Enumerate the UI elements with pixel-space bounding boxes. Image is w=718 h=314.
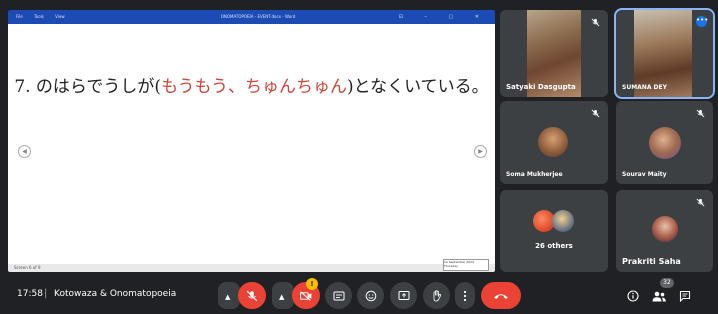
participant-name: Soma Mukherjee [506, 171, 563, 178]
others-count: 26 others [535, 242, 573, 250]
participant-tile[interactable]: Sourav Maity [616, 101, 713, 184]
window-title: ONOMATOPOEIA - EVENT.docx - Word [220, 14, 296, 19]
window-titlebar: File Tools View ONOMATOPOEIA - EVENT.doc… [8, 10, 495, 24]
meeting-title: Kotowaza & Onomatopoeia [54, 289, 177, 299]
window-menu: File Tools View [16, 10, 75, 24]
mic-off-icon [696, 109, 705, 118]
slide: 7. のはらでうしが(もうもう、ちゅんちゅん)となくいている。 ◀ ▶ [8, 24, 495, 264]
participant-tile[interactable]: Prakriti Saha [616, 190, 713, 272]
mic-off-icon [591, 109, 600, 118]
participant-name: Satyaki Dasgupta [506, 83, 576, 91]
avatar [652, 216, 678, 242]
window-controls: ⊡ – ▢ ✕ [398, 14, 489, 20]
end-call-icon [494, 293, 508, 299]
emoji-button[interactable] [357, 282, 384, 309]
meeting-time: 17:58 [17, 289, 43, 299]
avatar [538, 127, 568, 157]
mic-toggle-button[interactable] [238, 282, 266, 309]
shared-screen: File Tools View ONOMATOPOEIA - EVENT.doc… [8, 10, 495, 272]
menu-file: File [16, 14, 23, 19]
present-icon [398, 290, 409, 300]
chat-icon[interactable] [679, 290, 691, 302]
chevron-up-icon: ▲ [225, 293, 231, 301]
prev-slide-icon[interactable]: ◀ [18, 145, 31, 158]
separator: | [44, 288, 48, 299]
raise-hand-icon [433, 289, 441, 301]
status-page: Screen 6 of 9 [14, 265, 41, 270]
camera-off-icon [300, 290, 312, 301]
avatar [552, 210, 574, 232]
participant-name: Prakriti Saha [622, 257, 681, 266]
more-options-button[interactable] [455, 282, 475, 309]
participant-name: Sourav Maity [622, 171, 667, 178]
menu-tools: Tools [33, 14, 44, 19]
avatar [649, 127, 681, 159]
participant-tile[interactable]: Soma Mukherjee [500, 101, 608, 184]
emoji-icon [365, 290, 376, 301]
others-tile[interactable]: 26 others [500, 190, 608, 272]
next-slide-icon[interactable]: ▶ [474, 145, 487, 158]
mic-off-icon [696, 198, 705, 207]
warning-badge: ! [306, 278, 318, 290]
date-popup: 12 September 2024 Thursday [443, 259, 489, 271]
meeting-controls-bar: 17:58 | Kotowaza & Onomatopoeia ▲ ▲ ! 32 [0, 276, 718, 314]
captions-button[interactable] [325, 282, 352, 309]
people-icon [652, 291, 666, 302]
slide-text-after: )となくいている。 [347, 77, 489, 97]
camera-options-button[interactable]: ▲ [272, 282, 294, 309]
chevron-up-icon: ▲ [279, 293, 285, 301]
slide-text-onomatopoeia: もうもう、ちゅんちゅん [161, 77, 348, 97]
slide-sentence: 7. のはらでうしが(もうもう、ちゅんちゅん)となくいている。 [8, 72, 495, 97]
more-options-icon[interactable]: ••• [696, 16, 708, 27]
menu-view: View [55, 14, 65, 19]
info-icon[interactable] [627, 290, 639, 302]
participant-count-badge: 32 [660, 278, 674, 288]
slide-text-before: 7. のはらでうしが( [14, 77, 162, 97]
mic-off-icon [591, 18, 600, 27]
participant-tile[interactable]: Satyaki Dasgupta [500, 10, 608, 97]
mic-options-button[interactable]: ▲ [218, 282, 240, 309]
participant-name: SUMANA DEY [622, 84, 667, 91]
more-vert-icon [463, 290, 467, 301]
leave-call-button[interactable] [481, 282, 521, 309]
captions-icon [333, 291, 344, 300]
people-button[interactable] [651, 288, 667, 304]
mic-off-icon [246, 290, 258, 301]
present-button[interactable] [390, 282, 417, 309]
participant-tile[interactable]: ••• SUMANA DEY [614, 8, 715, 99]
raise-hand-button[interactable] [423, 282, 450, 309]
window-statusbar: Screen 6 of 9 12 September 2024 Thursday [8, 259, 495, 272]
